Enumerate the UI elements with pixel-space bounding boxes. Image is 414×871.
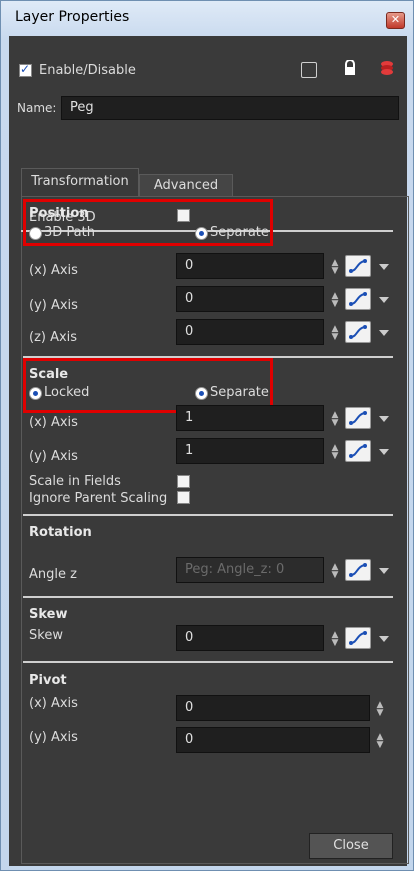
- function-curve-icon[interactable]: [345, 255, 371, 277]
- spin-arrows-icon[interactable]: ▲ ▼: [330, 444, 340, 461]
- position-z-label: (z) Axis: [29, 330, 78, 345]
- function-curve-icon[interactable]: [345, 627, 371, 649]
- skew-field[interactable]: 0: [176, 625, 324, 651]
- pivot-y-field[interactable]: 0: [176, 727, 370, 753]
- function-curve-icon[interactable]: [345, 321, 371, 343]
- ignore-parent-scaling-label: Ignore Parent Scaling: [29, 491, 168, 506]
- dropdown-arrow-icon[interactable]: [379, 416, 389, 422]
- angle-z-label: Angle z: [29, 567, 77, 582]
- angle-z-field[interactable]: Peg: Angle_z: 0: [176, 557, 324, 583]
- dropdown-arrow-icon[interactable]: [379, 297, 389, 303]
- layer-stack-icon[interactable]: [380, 60, 394, 80]
- tab-advanced-label: Advanced: [153, 178, 219, 193]
- scale-x-field[interactable]: 1: [176, 405, 324, 431]
- function-curve-icon[interactable]: [345, 440, 371, 462]
- divider: [23, 661, 393, 663]
- scale-x-label: (x) Axis: [29, 415, 78, 430]
- pivot-x-field[interactable]: 0: [176, 695, 370, 721]
- spin-arrows-icon[interactable]: ▲ ▼: [330, 325, 340, 342]
- divider: [23, 596, 393, 598]
- layer-properties-window: Layer Properties ✕ Enable/Disable Name: …: [0, 0, 414, 871]
- spin-arrows-icon[interactable]: ▲ ▼: [330, 259, 340, 276]
- pivot-x-label: (x) Axis: [29, 696, 78, 711]
- title-bar: Layer Properties ✕: [1, 1, 413, 35]
- spin-arrows-icon[interactable]: ▲ ▼: [330, 411, 340, 428]
- ignore-parent-scaling-checkbox[interactable]: [177, 491, 190, 504]
- close-window-icon[interactable]: ✕: [386, 12, 405, 29]
- rotation-heading: Rotation: [29, 525, 92, 540]
- dropdown-arrow-icon[interactable]: [379, 264, 389, 270]
- spin-arrows-icon[interactable]: ▲ ▼: [330, 563, 340, 580]
- enable-label: Enable/Disable: [39, 63, 136, 78]
- skew-heading: Skew: [29, 607, 68, 622]
- skew-label: Skew: [29, 628, 63, 643]
- divider: [23, 514, 393, 516]
- position-z-field[interactable]: 0: [176, 319, 324, 345]
- position-y-label: (y) Axis: [29, 298, 78, 313]
- function-curve-icon[interactable]: [345, 288, 371, 310]
- tab-advanced[interactable]: Advanced: [139, 174, 233, 196]
- dropdown-arrow-icon[interactable]: [379, 330, 389, 336]
- spin-arrows-icon[interactable]: ▲ ▼: [375, 733, 385, 750]
- scale-y-label: (y) Axis: [29, 449, 78, 464]
- tab-transformation[interactable]: Transformation: [21, 168, 139, 196]
- name-field[interactable]: Peg: [61, 96, 399, 120]
- close-button[interactable]: Close: [309, 833, 393, 859]
- pivot-heading: Pivot: [29, 673, 67, 688]
- name-label: Name:: [17, 101, 57, 115]
- spin-arrows-icon[interactable]: ▲ ▼: [330, 631, 340, 648]
- enable-checkbox[interactable]: [19, 62, 32, 77]
- color-swatch-icon[interactable]: [301, 62, 317, 78]
- function-curve-icon[interactable]: [345, 559, 371, 581]
- spin-arrows-icon[interactable]: ▲ ▼: [375, 701, 385, 718]
- window-title: Layer Properties: [15, 9, 130, 25]
- pivot-y-label: (y) Axis: [29, 730, 78, 745]
- position-y-field[interactable]: 0: [176, 286, 324, 312]
- scale-in-fields-checkbox[interactable]: [177, 475, 190, 488]
- spin-arrows-icon[interactable]: ▲ ▼: [330, 292, 340, 309]
- function-curve-icon[interactable]: [345, 407, 371, 429]
- dropdown-arrow-icon[interactable]: [379, 449, 389, 455]
- tab-transformation-label: Transformation: [31, 174, 129, 189]
- scale-in-fields-label: Scale in Fields: [29, 474, 121, 489]
- position-x-field[interactable]: 0: [176, 253, 324, 279]
- position-x-label: (x) Axis: [29, 263, 78, 278]
- dropdown-arrow-icon[interactable]: [379, 636, 389, 642]
- dropdown-arrow-icon[interactable]: [379, 568, 389, 574]
- position-highlight-box: [23, 199, 273, 246]
- lock-icon[interactable]: [343, 59, 357, 80]
- scale-y-field[interactable]: 1: [176, 438, 324, 464]
